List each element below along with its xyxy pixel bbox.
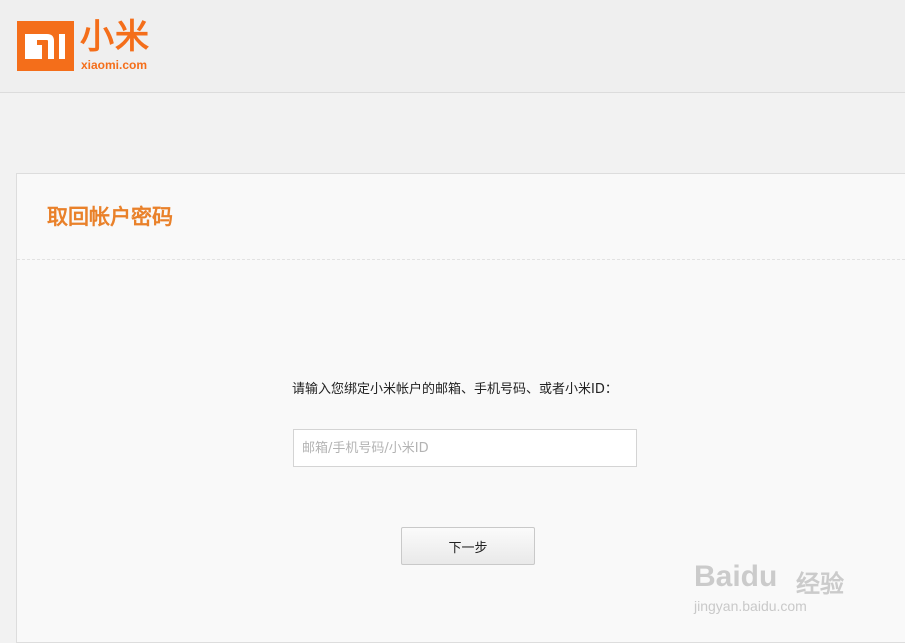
page-title: 取回帐户密码: [47, 205, 173, 229]
next-step-button[interactable]: 下一步: [401, 527, 535, 565]
mi-logo-icon[interactable]: [17, 21, 74, 71]
baidu-jingyan-watermark: Baidu 经验 jingyan.baidu.com: [692, 538, 862, 618]
account-input[interactable]: [293, 429, 637, 467]
watermark-baidu-text: Baidu: [694, 560, 778, 593]
logo-chinese-name[interactable]: 小米: [80, 18, 150, 56]
watermark-url: jingyan.baidu.com: [694, 598, 807, 614]
watermark-jingyan-text: 经验: [796, 570, 844, 598]
logo-domain[interactable]: xiaomi.com: [81, 58, 147, 72]
top-header: 小米 xiaomi.com: [0, 0, 905, 93]
instruction-text: 请输入您绑定小米帐户的邮箱、手机号码、或者小米ID：: [292, 382, 618, 397]
title-divider: [17, 259, 905, 260]
